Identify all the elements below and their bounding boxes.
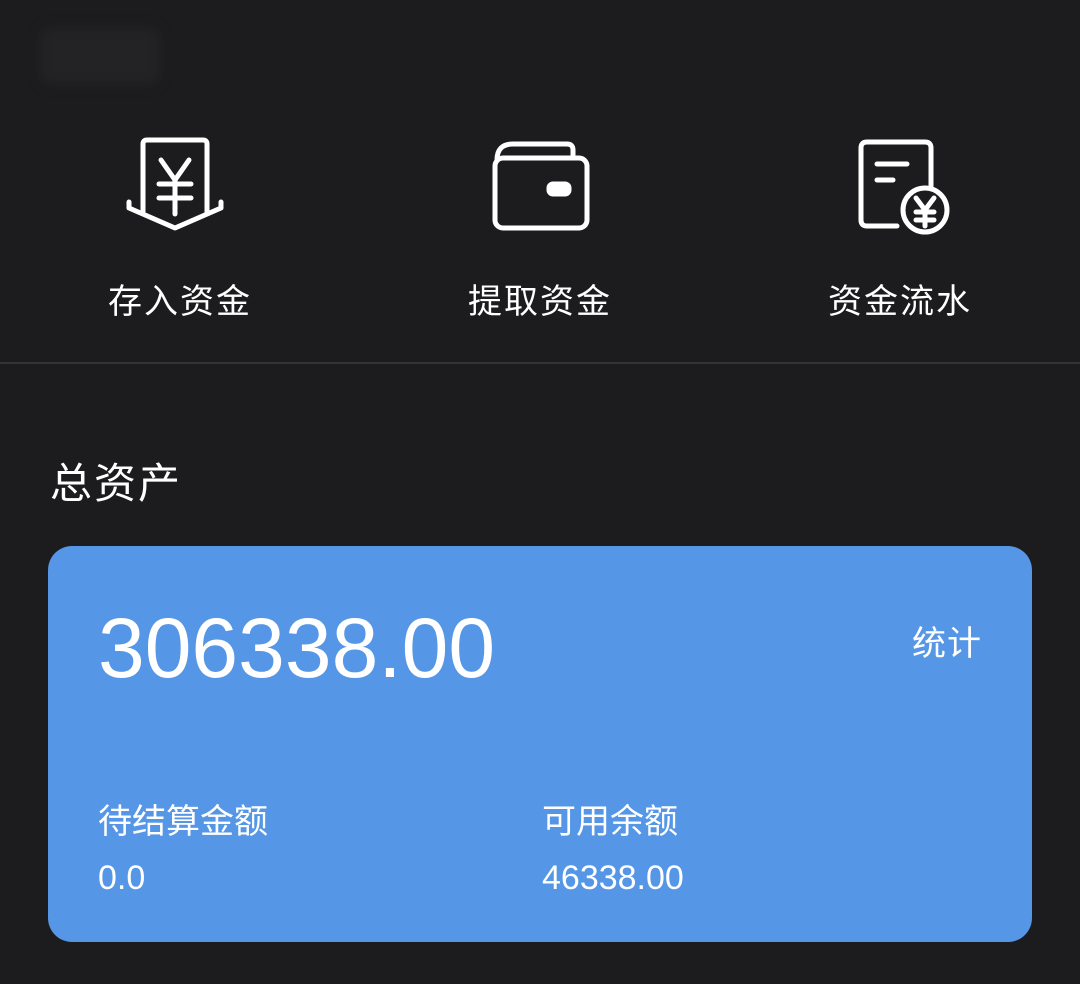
deposit-funds-label: 存入资金 <box>108 282 252 322</box>
wallet-icon <box>485 130 595 240</box>
pending-settlement-value: 0.0 <box>98 859 146 897</box>
available-balance-value: 46338.00 <box>542 859 684 897</box>
fund-statement-label: 资金流水 <box>828 282 972 322</box>
assets-page: 存入资金 提取资金 资金流水 总资产 306338.00 统计 待结算金额 0.… <box>0 0 1080 984</box>
deposit-yen-icon <box>125 130 235 240</box>
available-balance-block: 可用余额 46338.00 <box>542 800 684 900</box>
action-bar: 存入资金 提取资金 资金流水 <box>0 130 1080 362</box>
deposit-funds-button[interactable]: 存入资金 <box>0 130 360 362</box>
blurred-status-area <box>40 28 160 84</box>
withdraw-funds-label: 提取资金 <box>468 282 612 322</box>
statement-yen-icon <box>845 130 955 240</box>
statistics-link[interactable]: 统计 <box>912 622 982 666</box>
available-balance-label: 可用余额 <box>542 802 678 842</box>
total-assets-value: 306338.00 <box>98 601 496 695</box>
assets-card: 306338.00 统计 待结算金额 0.0 可用余额 46338.00 <box>48 546 1032 942</box>
pending-settlement-label: 待结算金额 <box>98 802 268 842</box>
total-assets-title: 总资产 <box>50 459 183 508</box>
section-divider <box>0 362 1080 364</box>
pending-settlement-block: 待结算金额 0.0 <box>98 800 268 900</box>
withdraw-funds-button[interactable]: 提取资金 <box>360 130 720 362</box>
fund-statement-button[interactable]: 资金流水 <box>720 130 1080 362</box>
